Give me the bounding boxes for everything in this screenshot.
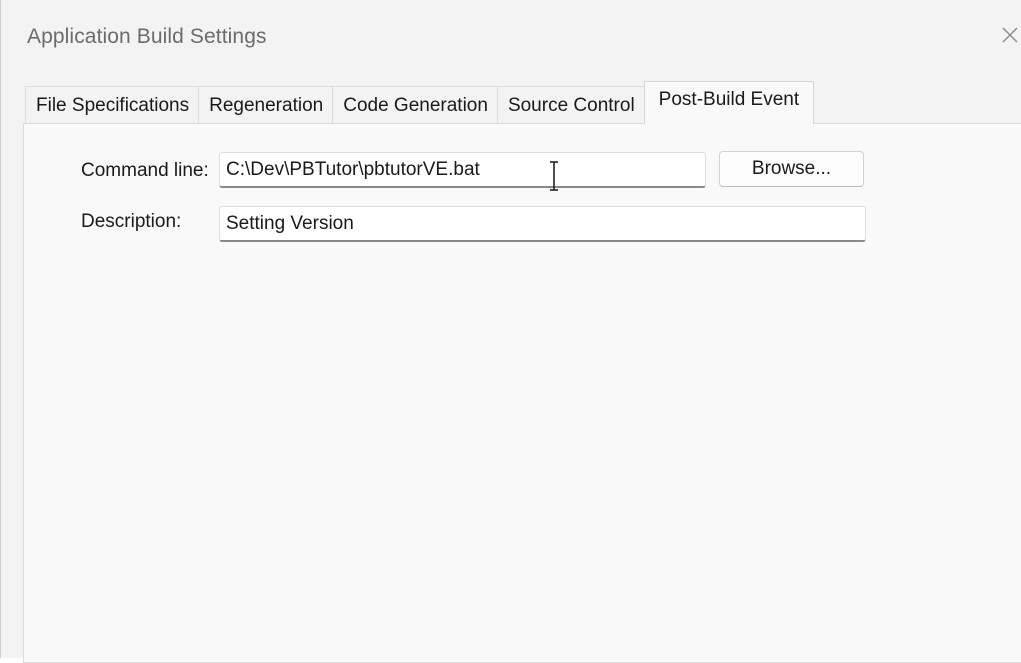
tab-label: Source Control [507, 94, 635, 116]
i-beam-cursor-icon [550, 161, 558, 191]
tab-label: Regeneration [209, 94, 324, 116]
dialog-title: Application Build Settings [27, 25, 267, 48]
tab-source-control[interactable]: Source Control [496, 86, 645, 124]
command-line-label: Command line: [81, 160, 209, 181]
build-settings-dialog: Application Build Settings File Specific… [0, 0, 1021, 663]
close-icon [1002, 27, 1018, 43]
tab-label: File Specifications [36, 94, 190, 116]
title-bar[interactable]: Application Build Settings [1, 0, 1021, 78]
tab-post-build-event[interactable]: Post-Build Event [643, 81, 815, 124]
close-button[interactable] [997, 22, 1021, 52]
tab-label: Code Generation [343, 94, 488, 116]
description-label: Description: [81, 211, 182, 232]
tab-file-specifications[interactable]: File Specifications [25, 86, 200, 124]
tab-regeneration[interactable]: Regeneration [198, 86, 334, 124]
tab-strip: File Specifications Regeneration Code Ge… [25, 81, 815, 124]
tab-label: Post-Build Event [658, 89, 800, 110]
command-line-input[interactable] [219, 152, 706, 188]
tab-code-generation[interactable]: Code Generation [332, 86, 498, 124]
description-input[interactable] [219, 206, 866, 242]
post-build-event-panel [23, 123, 1021, 663]
browse-button[interactable]: Browse... [719, 151, 864, 187]
